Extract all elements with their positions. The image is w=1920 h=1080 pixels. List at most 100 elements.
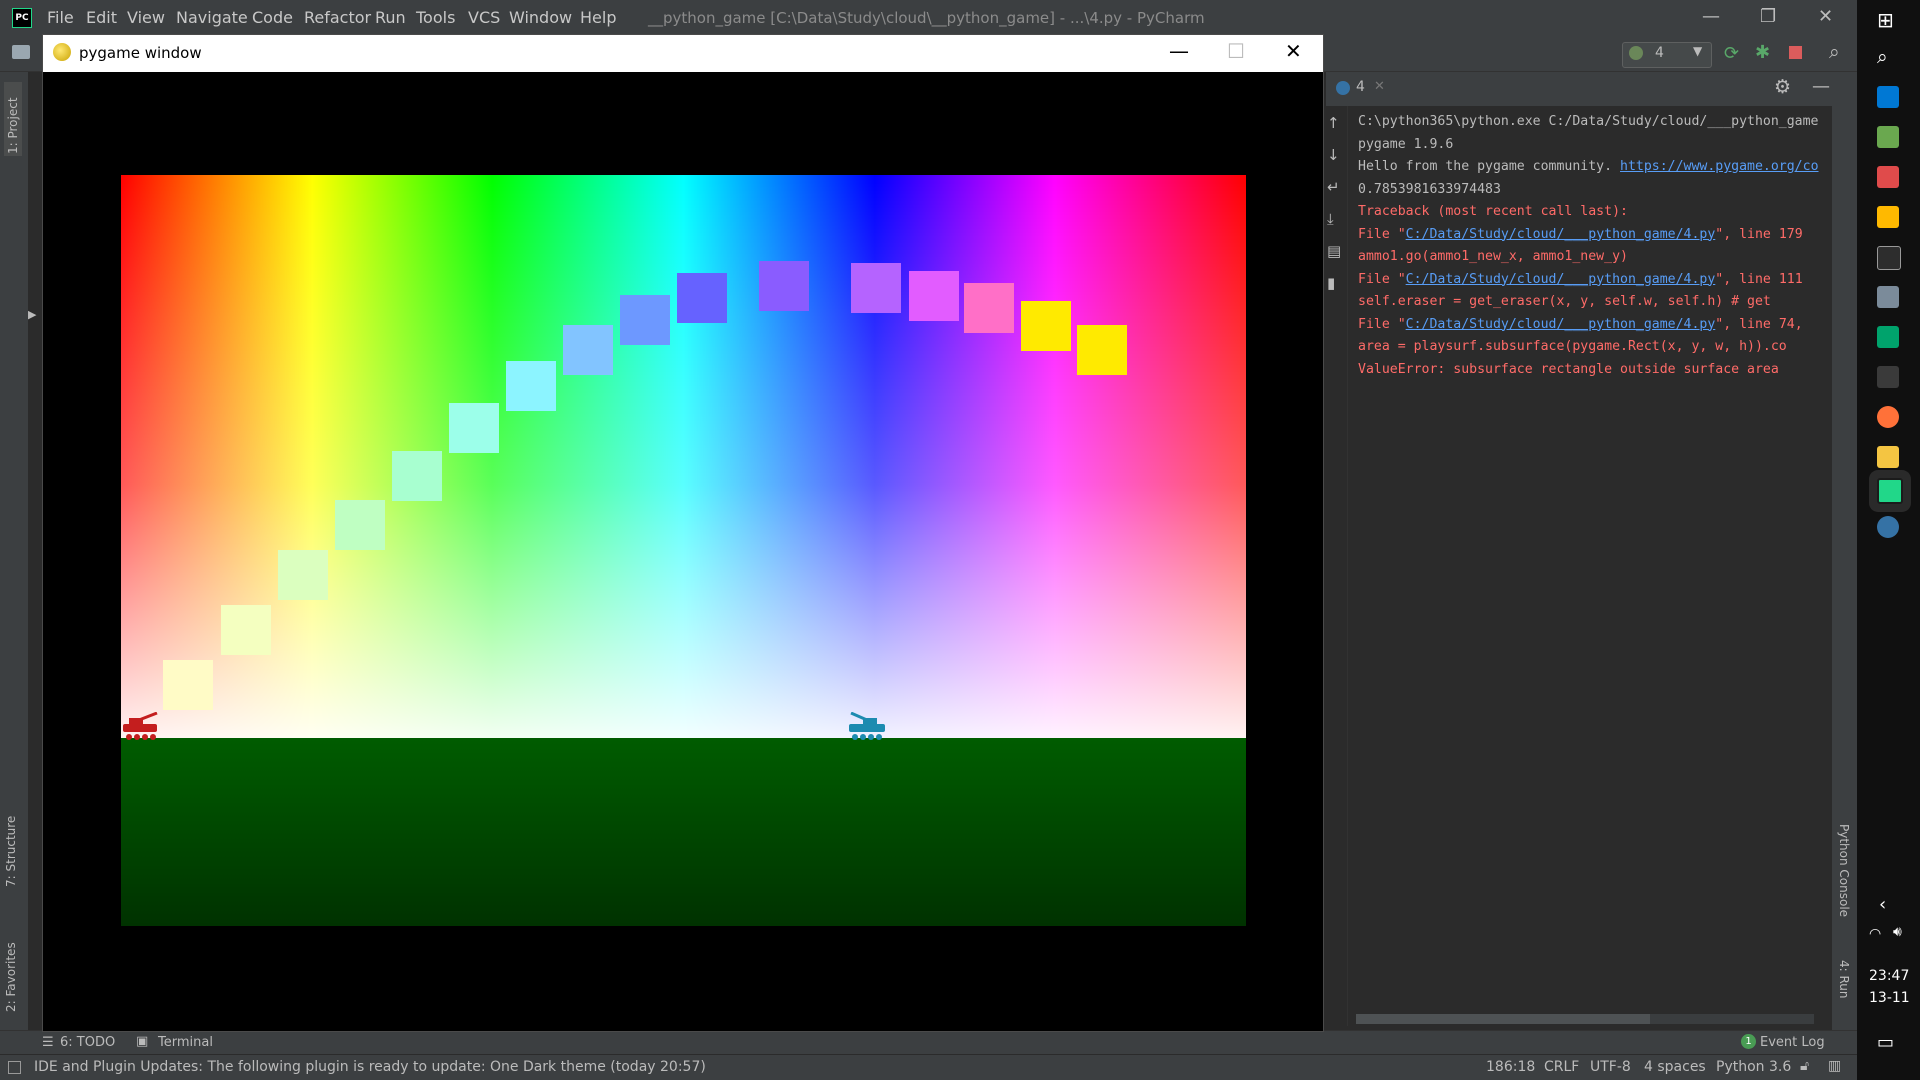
tab-structure[interactable]: 7: Structure (4, 807, 18, 887)
run-configuration-select[interactable]: 4 ▼ (1622, 42, 1712, 68)
ide-restore-icon[interactable]: ❐ (1760, 6, 1776, 27)
debug-bug-icon[interactable]: ✱ (1755, 42, 1770, 63)
clock-date[interactable]: 13-11 (1869, 990, 1910, 1006)
memory-icon[interactable]: ▥ (1828, 1058, 1841, 1074)
console-text: ", line 111 (1715, 271, 1803, 287)
console-text: self.eraser = get_eraser(x, y, self.w, s… (1358, 294, 1771, 309)
print-icon[interactable]: ▤ (1327, 242, 1341, 260)
console-line: Traceback (most recent call last): (1358, 204, 1628, 219)
indent-setting[interactable]: 4 spaces (1644, 1059, 1706, 1075)
menu-code[interactable]: Code (252, 8, 293, 27)
console-line: File "C:/Data/Study/cloud/___python_game… (1358, 227, 1803, 242)
close-tab-icon[interactable]: ✕ (1374, 79, 1385, 94)
line-separator[interactable]: CRLF (1544, 1059, 1579, 1075)
event-count-badge: 1 (1741, 1034, 1756, 1049)
console-text: File " (1358, 316, 1406, 332)
toggle-tool-windows-icon[interactable] (8, 1061, 21, 1074)
tab-todo[interactable]: 6: TODO (60, 1035, 115, 1050)
menu-vcs[interactable]: VCS (468, 8, 500, 27)
notifications-icon[interactable]: ▭ (1877, 1032, 1894, 1053)
tab-run[interactable]: 4: Run (1837, 960, 1851, 1020)
console-horizontal-scrollbar[interactable] (1356, 1014, 1814, 1024)
console-file-link[interactable]: C:/Data/Study/cloud/___python_game/4.py (1406, 227, 1716, 242)
python-interpreter[interactable]: Python 3.6 (1716, 1059, 1791, 1075)
terminal-icon: ▣ (136, 1034, 149, 1049)
hide-panel-icon[interactable]: — (1812, 76, 1830, 97)
media-player-icon[interactable] (1877, 206, 1899, 228)
rider-icon[interactable] (1877, 366, 1899, 388)
down-arrow-icon[interactable]: ↓ (1327, 146, 1340, 164)
menu-view[interactable]: View (127, 8, 165, 27)
menu-help[interactable]: Help (580, 8, 616, 27)
tab-project[interactable]: 1: Project (4, 82, 22, 156)
close-icon[interactable]: ✕ (1285, 39, 1302, 63)
tab-terminal[interactable]: Terminal (158, 1035, 213, 1050)
status-message[interactable]: IDE and Plugin Updates: The following pl… (34, 1059, 706, 1075)
game-sky (121, 175, 1246, 738)
ide-minimize-icon[interactable]: — (1702, 6, 1720, 27)
console-text: area = playsurf.subsurface(pygame.Rect(x… (1358, 339, 1787, 354)
firefox-icon[interactable] (1877, 406, 1899, 428)
file-explorer-icon[interactable] (1877, 446, 1899, 468)
ammo-square (1077, 325, 1127, 375)
right-tool-stripe: Python Console 4: Run (1832, 72, 1857, 1030)
search-icon[interactable]: ⌕ (1877, 46, 1888, 68)
console-file-link[interactable]: C:/Data/Study/cloud/___python_game/4.py (1406, 272, 1716, 287)
gear-icon[interactable]: ⚙ (1774, 76, 1791, 98)
console-file-link[interactable]: https://www.pygame.org/co (1620, 159, 1819, 174)
app-icon[interactable] (1877, 166, 1899, 188)
network-icon[interactable]: ◠ (1869, 926, 1881, 942)
menu-run[interactable]: Run (375, 8, 406, 27)
notepad-icon[interactable] (1877, 126, 1899, 148)
tab-favorites[interactable]: 2: Favorites (4, 922, 18, 1012)
soft-wrap-icon[interactable]: ↵ (1327, 178, 1340, 196)
clock-time[interactable]: 23:47 (1869, 968, 1909, 984)
ide-close-icon[interactable]: ✕ (1818, 6, 1833, 27)
console-text: pygame 1.9.6 (1358, 136, 1454, 152)
todo-icon: ☰ (42, 1035, 54, 1050)
console-line: ammo1.go(ammo1_new_x, ammo1_new_y) (1358, 249, 1628, 264)
console-output[interactable]: C:\python365\python.exe C:/Data/Study/cl… (1348, 106, 1828, 1010)
pygame-window[interactable]: pygame window — ☐ ✕ (42, 34, 1324, 1032)
run-panel-header: 4 ✕ ⚙ — (1326, 72, 1857, 106)
stop-icon[interactable] (1789, 46, 1802, 59)
python-taskbar-icon[interactable] (1877, 516, 1899, 538)
search-icon[interactable]: ⌕ (1829, 41, 1840, 63)
pygame-title-bar[interactable]: pygame window — ☐ ✕ (43, 35, 1323, 72)
pycharm-taskbar-icon[interactable] (1877, 478, 1903, 504)
ammo-square (964, 283, 1014, 333)
menu-edit[interactable]: Edit (86, 8, 117, 27)
vscode-icon[interactable] (1877, 86, 1899, 108)
run-tab-label[interactable]: 4 (1356, 79, 1365, 95)
menu-tools[interactable]: Tools (416, 8, 455, 27)
folder-icon[interactable] (12, 45, 30, 59)
git-icon[interactable] (1877, 326, 1899, 348)
menu-navigate[interactable]: Navigate (176, 8, 248, 27)
tab-python-console[interactable]: Python Console (1837, 824, 1851, 934)
console-line: self.eraser = get_eraser(x, y, self.w, s… (1358, 294, 1771, 309)
scroll-to-end-icon[interactable]: ⤓ (1327, 210, 1334, 228)
player-tank-left (123, 712, 158, 740)
chevron-left-icon[interactable]: ‹ (1879, 894, 1886, 915)
tab-event-log[interactable]: Event Log (1760, 1035, 1825, 1050)
console-file-link[interactable]: C:/Data/Study/cloud/___python_game/4.py (1406, 317, 1716, 332)
expand-arrow-icon[interactable]: ▶ (28, 308, 36, 321)
minimize-icon[interactable]: — (1169, 39, 1189, 63)
scrollbar-thumb[interactable] (1356, 1014, 1650, 1024)
maximize-icon[interactable]: ☐ (1227, 39, 1245, 63)
menu-refactor[interactable]: Refactor (304, 8, 371, 27)
terminal-icon[interactable] (1877, 246, 1901, 270)
console-text: Hello from the pygame community. (1358, 159, 1621, 174)
trash-icon[interactable]: ▮ (1327, 274, 1335, 292)
menu-file[interactable]: File (47, 8, 74, 27)
lock-icon[interactable]: 🔓︎ (1800, 1058, 1809, 1074)
volume-icon[interactable]: 🔊︎ (1893, 924, 1902, 940)
menu-window[interactable]: Window (509, 8, 572, 27)
file-encoding[interactable]: UTF-8 (1590, 1059, 1631, 1075)
cursor-position[interactable]: 186:18 (1486, 1059, 1535, 1075)
windows-start-icon[interactable]: ⊞ (1877, 8, 1894, 32)
console-text: ValueError: subsurface rectangle outside… (1358, 361, 1779, 377)
rerun-icon[interactable]: ⟳ (1724, 43, 1739, 64)
app-icon[interactable] (1877, 286, 1899, 308)
up-arrow-icon[interactable]: ↑ (1327, 114, 1340, 132)
